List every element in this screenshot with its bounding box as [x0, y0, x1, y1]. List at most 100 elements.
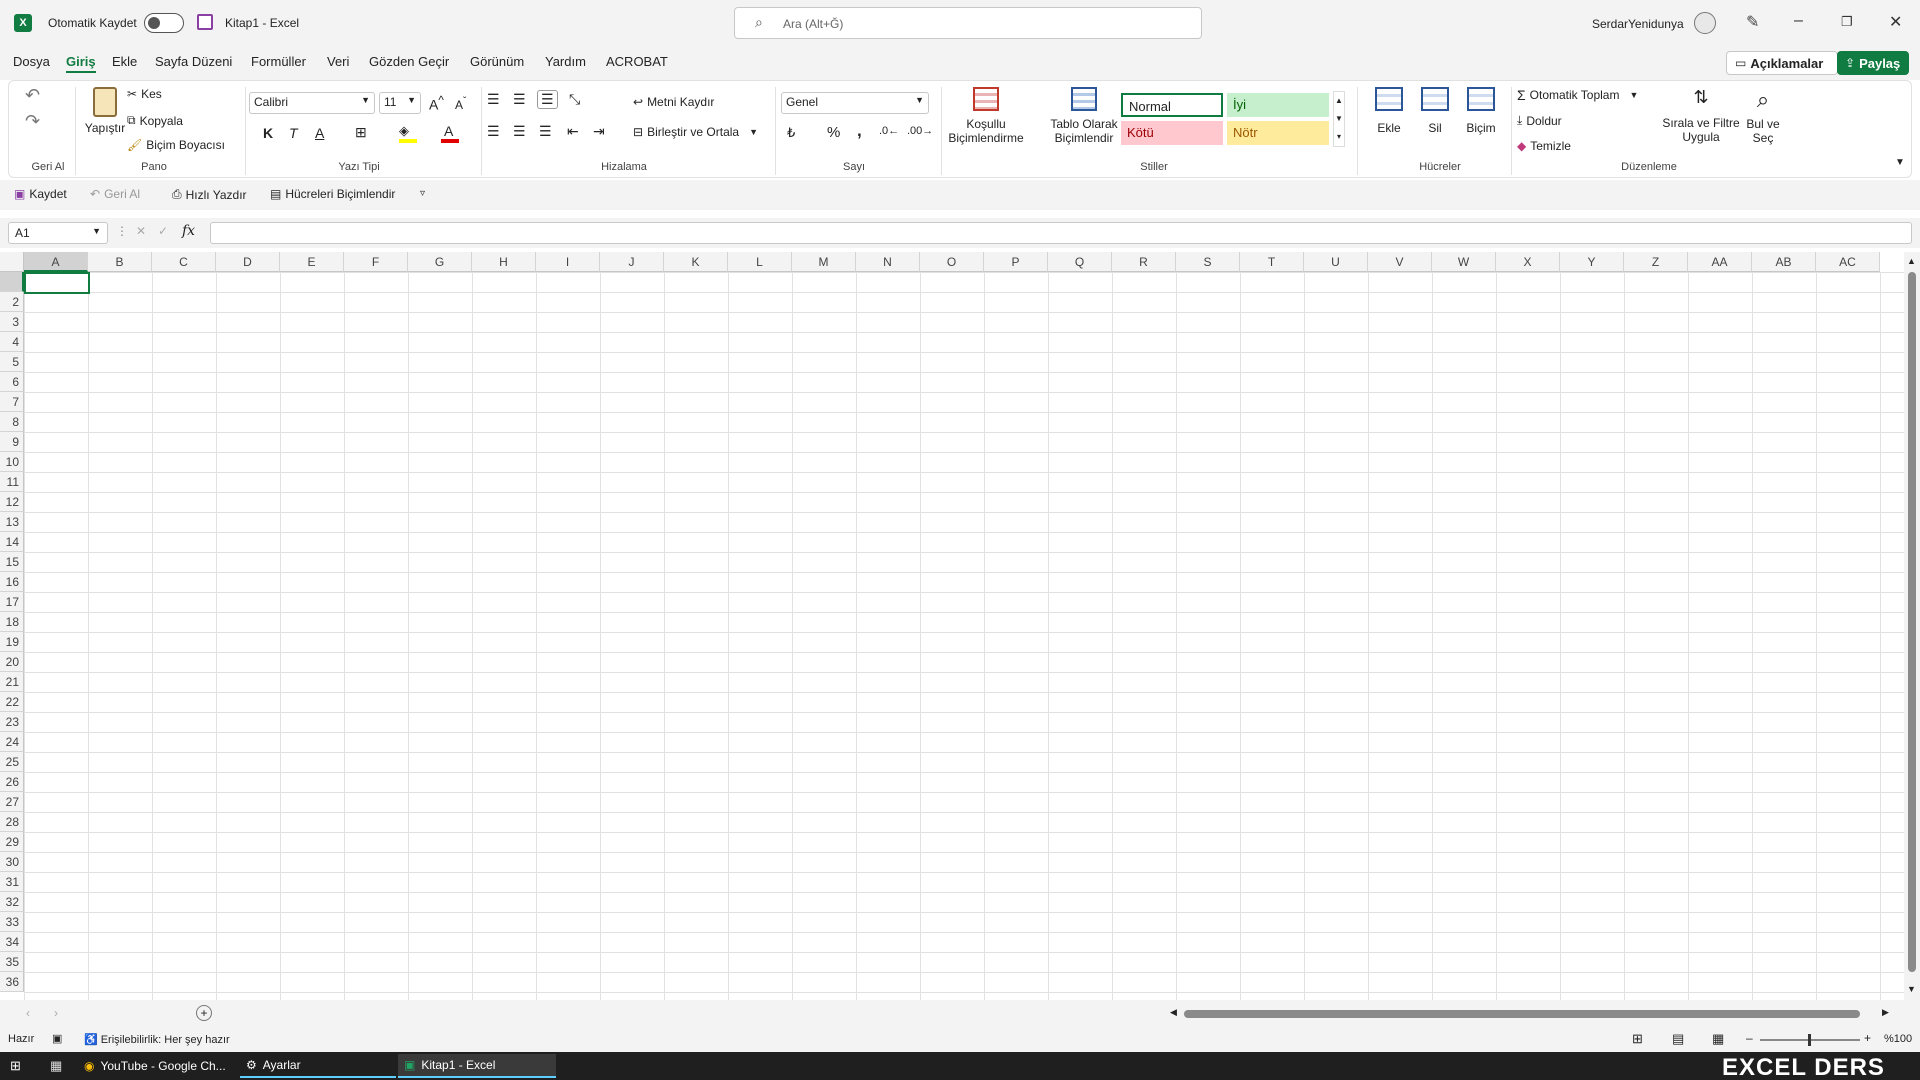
- active-cell[interactable]: [24, 272, 90, 294]
- qat-save-button[interactable]: ▣ Kaydet: [14, 187, 67, 201]
- column-header[interactable]: K: [664, 252, 728, 272]
- percent-icon[interactable]: %: [827, 124, 840, 141]
- row-header[interactable]: 29: [0, 832, 24, 852]
- number-format-select[interactable]: Genel ▼: [781, 92, 929, 114]
- font-name-select[interactable]: Calibri ▼: [249, 92, 375, 114]
- grow-font-icon[interactable]: A^: [429, 94, 444, 113]
- style-bad[interactable]: Kötü: [1121, 121, 1223, 145]
- column-header[interactable]: N: [856, 252, 920, 272]
- column-header[interactable]: P: [984, 252, 1048, 272]
- row-header[interactable]: 30: [0, 852, 24, 872]
- page-break-icon[interactable]: ▦: [1712, 1031, 1724, 1047]
- row-header[interactable]: 12: [0, 492, 24, 512]
- row-header[interactable]: 7: [0, 392, 24, 412]
- insert-cells-button[interactable]: Ekle: [1369, 87, 1409, 135]
- row-header[interactable]: 27: [0, 792, 24, 812]
- row-header[interactable]: 2: [0, 292, 24, 312]
- row-header[interactable]: 26: [0, 772, 24, 792]
- style-normal[interactable]: Normal: [1121, 93, 1223, 117]
- select-all-corner[interactable]: [0, 252, 24, 272]
- shrink-font-icon[interactable]: Aˇ: [455, 96, 466, 112]
- sheet-prev-icon[interactable]: ‹: [26, 1006, 30, 1020]
- share-button[interactable]: ⇪ Paylaş: [1837, 51, 1909, 75]
- row-header[interactable]: 13: [0, 512, 24, 532]
- row-header[interactable]: 34: [0, 932, 24, 952]
- merge-center-button[interactable]: ⊟ Birleştir ve Ortala ▼: [633, 125, 758, 139]
- align-center-icon[interactable]: ☰: [513, 123, 526, 140]
- paste-button[interactable]: Yapıştır: [79, 87, 131, 151]
- fill-color-button[interactable]: ◈: [399, 123, 417, 143]
- zoom-slider-thumb[interactable]: [1808, 1034, 1811, 1046]
- minimize-icon[interactable]: –: [1794, 12, 1803, 30]
- zoom-out-icon[interactable]: –: [1746, 1031, 1753, 1045]
- undo-icon[interactable]: ↶: [25, 85, 40, 106]
- cut-button[interactable]: ✂ Kes: [127, 87, 162, 101]
- row-header[interactable]: 33: [0, 912, 24, 932]
- clear-button[interactable]: ◆ Temizle: [1517, 139, 1571, 153]
- vertical-scrollbar[interactable]: ▲ ▼: [1904, 252, 1920, 1000]
- calculator-icon[interactable]: ▦: [50, 1058, 62, 1074]
- copy-button[interactable]: ⧉ Kopyala: [127, 113, 183, 128]
- column-header[interactable]: O: [920, 252, 984, 272]
- decrease-decimal-icon[interactable]: .00→: [907, 125, 933, 137]
- column-header[interactable]: F: [344, 252, 408, 272]
- pen-icon[interactable]: ✎: [1746, 12, 1759, 32]
- conditional-formatting-button[interactable]: Koşullu Biçimlendirme: [941, 87, 1031, 145]
- row-header[interactable]: 31: [0, 872, 24, 892]
- sheet-next-icon[interactable]: ›: [54, 1006, 58, 1020]
- redo-icon[interactable]: ↷: [25, 111, 40, 132]
- tab-acrobat[interactable]: ACROBAT: [606, 54, 668, 69]
- orientation-icon[interactable]: ⤡: [569, 91, 580, 108]
- row-header[interactable]: 5: [0, 352, 24, 372]
- bold-button[interactable]: K: [263, 125, 273, 141]
- search-input[interactable]: ⌕ Ara (Alt+Ğ): [734, 7, 1202, 39]
- avatar[interactable]: [1694, 12, 1716, 34]
- style-good[interactable]: İyi: [1227, 93, 1329, 117]
- accessibility-status[interactable]: ♿ Erişilebilirlik: Her şey hazır: [84, 1033, 230, 1047]
- row-header[interactable]: 24: [0, 732, 24, 752]
- row-header[interactable]: 18: [0, 612, 24, 632]
- style-neutral[interactable]: Nötr: [1227, 121, 1329, 145]
- sort-filter-button[interactable]: ⇅ Sırala ve Filtre Uygula: [1661, 87, 1741, 144]
- row-header[interactable]: 17: [0, 592, 24, 612]
- scroll-thumb[interactable]: [1908, 272, 1916, 972]
- currency-icon[interactable]: ₺: [787, 125, 795, 141]
- column-header[interactable]: L: [728, 252, 792, 272]
- column-header[interactable]: B: [88, 252, 152, 272]
- windows-start-icon[interactable]: ⊞: [10, 1058, 21, 1074]
- qat-customize-icon[interactable]: ▿: [420, 188, 425, 199]
- tab-gorunum[interactable]: Görünüm: [470, 54, 524, 69]
- align-left-icon[interactable]: ☰: [487, 123, 500, 140]
- worksheet-grid[interactable]: A B C D E F G H I J K L M N O P Q R S T U V W X Y Z AA AB AC 2345678…: [0, 252, 1920, 1000]
- border-icon[interactable]: ⊞: [355, 124, 367, 141]
- column-header[interactable]: J: [600, 252, 664, 272]
- tab-ekle[interactable]: Ekle: [112, 54, 137, 69]
- row-header[interactable]: 11: [0, 472, 24, 492]
- tab-dosya[interactable]: Dosya: [13, 54, 50, 69]
- font-size-select[interactable]: 11 ▼: [379, 92, 421, 114]
- align-right-icon[interactable]: ☰: [539, 123, 552, 140]
- tab-formuller[interactable]: Formüller: [251, 54, 306, 69]
- column-header[interactable]: R: [1112, 252, 1176, 272]
- row-header[interactable]: 28: [0, 812, 24, 832]
- increase-decimal-icon[interactable]: .0←: [879, 125, 899, 137]
- column-header[interactable]: C: [152, 252, 216, 272]
- zoom-slider[interactable]: [1760, 1034, 1860, 1046]
- row-header[interactable]: 4: [0, 332, 24, 352]
- row-header[interactable]: [0, 272, 24, 292]
- row-header[interactable]: 15: [0, 552, 24, 572]
- column-header[interactable]: AC: [1816, 252, 1880, 272]
- column-header[interactable]: T: [1240, 252, 1304, 272]
- column-header[interactable]: M: [792, 252, 856, 272]
- column-header[interactable]: D: [216, 252, 280, 272]
- tab-gozden-gecir[interactable]: Gözden Geçir: [369, 54, 449, 69]
- tab-giris[interactable]: Giriş: [66, 54, 96, 73]
- column-header[interactable]: H: [472, 252, 536, 272]
- taskbar-item-youtube[interactable]: ◉ YouTube - Google Ch...: [78, 1054, 236, 1078]
- close-icon[interactable]: ✕: [1889, 12, 1902, 32]
- find-select-button[interactable]: ⌕ Bul ve Seç: [1743, 87, 1783, 145]
- qat-quick-print-button[interactable]: ⎙ Hızlı Yazdır: [172, 187, 247, 202]
- row-header[interactable]: 19: [0, 632, 24, 652]
- delete-cells-button[interactable]: Sil: [1415, 87, 1455, 135]
- horizontal-scrollbar[interactable]: ◀ ▶: [1168, 1007, 1894, 1020]
